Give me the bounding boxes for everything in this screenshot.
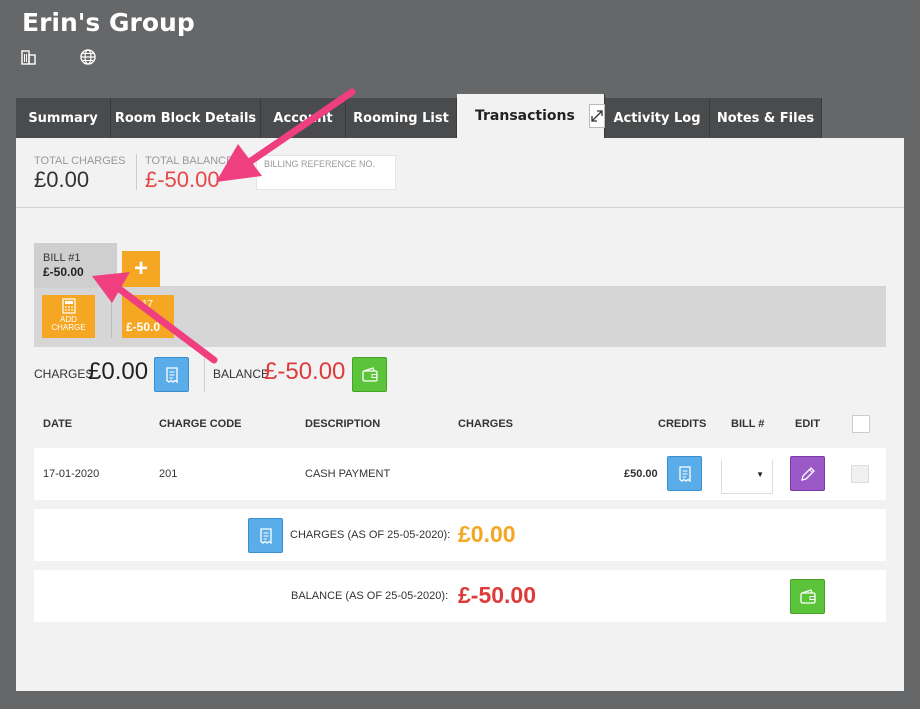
tab-bar: Summary Room Block Details Account Roomi… bbox=[16, 94, 822, 138]
divider bbox=[204, 358, 205, 392]
bill-select[interactable]: ▼ bbox=[721, 460, 773, 494]
transactions-panel: TOTAL CHARGES £0.00 TOTAL BALANCE £-50.0… bbox=[16, 138, 904, 691]
billing-reference-field[interactable]: BILLING REFERENCE NO. bbox=[256, 155, 396, 190]
total-charges-label: TOTAL CHARGES bbox=[34, 155, 126, 167]
total-balance-value: £-50.00 bbox=[145, 167, 220, 192]
charge-chip[interactable]: 17 £-50.0 bbox=[122, 295, 174, 338]
divider bbox=[136, 154, 137, 190]
total-charges-value: £0.00 bbox=[34, 167, 90, 192]
col-header-credits: CREDITS bbox=[658, 418, 707, 430]
tab-activity-log[interactable]: Activity Log bbox=[605, 98, 710, 138]
charge-chip-amount: £-50.0 bbox=[126, 320, 161, 334]
row-date: 17-01-2020 bbox=[43, 468, 100, 480]
balance-value: £-50.00 bbox=[264, 358, 346, 385]
bill-tab-amount: £-50.00 bbox=[43, 265, 84, 279]
row-receipt-button[interactable] bbox=[667, 456, 702, 491]
row-charge-code: 201 bbox=[159, 468, 178, 480]
add-charge-label-2: CHARGE bbox=[51, 323, 86, 332]
col-header-edit: EDIT bbox=[795, 418, 821, 430]
wallet-button[interactable] bbox=[352, 357, 387, 392]
tab-transactions[interactable]: Transactions bbox=[457, 94, 605, 138]
group-title: Erin's Group bbox=[22, 8, 195, 37]
wallet-icon bbox=[799, 588, 816, 604]
bill-tab[interactable]: BILL #1 £-50.00 bbox=[34, 243, 117, 288]
balance-as-of-label: BALANCE (AS OF 25-05-2020): bbox=[291, 590, 449, 602]
col-header-charges: CHARGES bbox=[458, 418, 514, 430]
table-row: 17-01-2020 201 CASH PAYMENT £50.00 ▼ bbox=[34, 448, 886, 500]
tab-summary[interactable]: Summary bbox=[16, 98, 111, 138]
select-all-checkbox[interactable] bbox=[852, 415, 870, 433]
row-description: CASH PAYMENT bbox=[305, 468, 391, 480]
col-header-date: DATE bbox=[43, 418, 73, 430]
balance-wallet-button[interactable] bbox=[790, 579, 825, 614]
globe-icon[interactable] bbox=[79, 48, 97, 66]
col-header-charge-code: CHARGE CODE bbox=[159, 418, 242, 430]
charges-label: CHARGES bbox=[34, 367, 94, 381]
tab-transactions-label: Transactions bbox=[475, 108, 575, 124]
billing-reference-label: BILLING REFERENCE NO. bbox=[264, 159, 376, 169]
add-bill-button[interactable]: + bbox=[122, 251, 160, 287]
row-checkbox[interactable] bbox=[851, 465, 869, 483]
divider bbox=[111, 295, 112, 338]
tab-account[interactable]: Account bbox=[261, 98, 346, 138]
charges-as-of-value: £0.00 bbox=[458, 521, 516, 547]
balance-as-of-value: £-50.00 bbox=[458, 582, 537, 608]
tab-notes-files[interactable]: Notes & Files bbox=[710, 98, 822, 138]
balance-total-box: BALANCE (AS OF 25-05-2020): £-50.00 bbox=[34, 570, 886, 622]
tab-room-block-details[interactable]: Room Block Details bbox=[111, 98, 261, 138]
wallet-icon bbox=[361, 366, 378, 382]
col-header-description: DESCRIPTION bbox=[305, 418, 381, 430]
pencil-icon bbox=[800, 466, 815, 481]
tab-rooming-list[interactable]: Rooming List bbox=[346, 98, 457, 138]
charges-total-box: CHARGES (AS OF 25-05-2020): £0.00 bbox=[34, 509, 886, 561]
totals-bar: TOTAL CHARGES £0.00 TOTAL BALANCE £-50.0… bbox=[16, 138, 904, 208]
row-credits: £50.00 bbox=[624, 468, 658, 480]
charges-as-of-label: CHARGES (AS OF 25-05-2020): bbox=[290, 529, 451, 541]
charges-receipt-button[interactable] bbox=[248, 518, 283, 553]
edit-button[interactable] bbox=[790, 456, 825, 491]
expand-icon[interactable] bbox=[588, 104, 605, 128]
total-balance-label: TOTAL BALANCE bbox=[145, 155, 234, 167]
receipt-icon bbox=[678, 465, 691, 482]
charge-chip-code: 17 bbox=[142, 299, 154, 310]
receipt-icon bbox=[165, 366, 178, 383]
calculator-icon bbox=[61, 298, 76, 314]
chevron-down-icon: ▼ bbox=[756, 470, 764, 479]
bill-tab-label: BILL #1 bbox=[43, 252, 81, 264]
receipt-button[interactable] bbox=[154, 357, 189, 392]
receipt-icon bbox=[259, 527, 272, 544]
col-header-bill: BILL # bbox=[731, 418, 765, 430]
add-charge-button[interactable]: ADD CHARGE bbox=[42, 295, 95, 338]
charges-value: £0.00 bbox=[88, 358, 149, 385]
balance-label: BALANCE bbox=[213, 367, 270, 381]
building-icon[interactable] bbox=[20, 48, 38, 66]
